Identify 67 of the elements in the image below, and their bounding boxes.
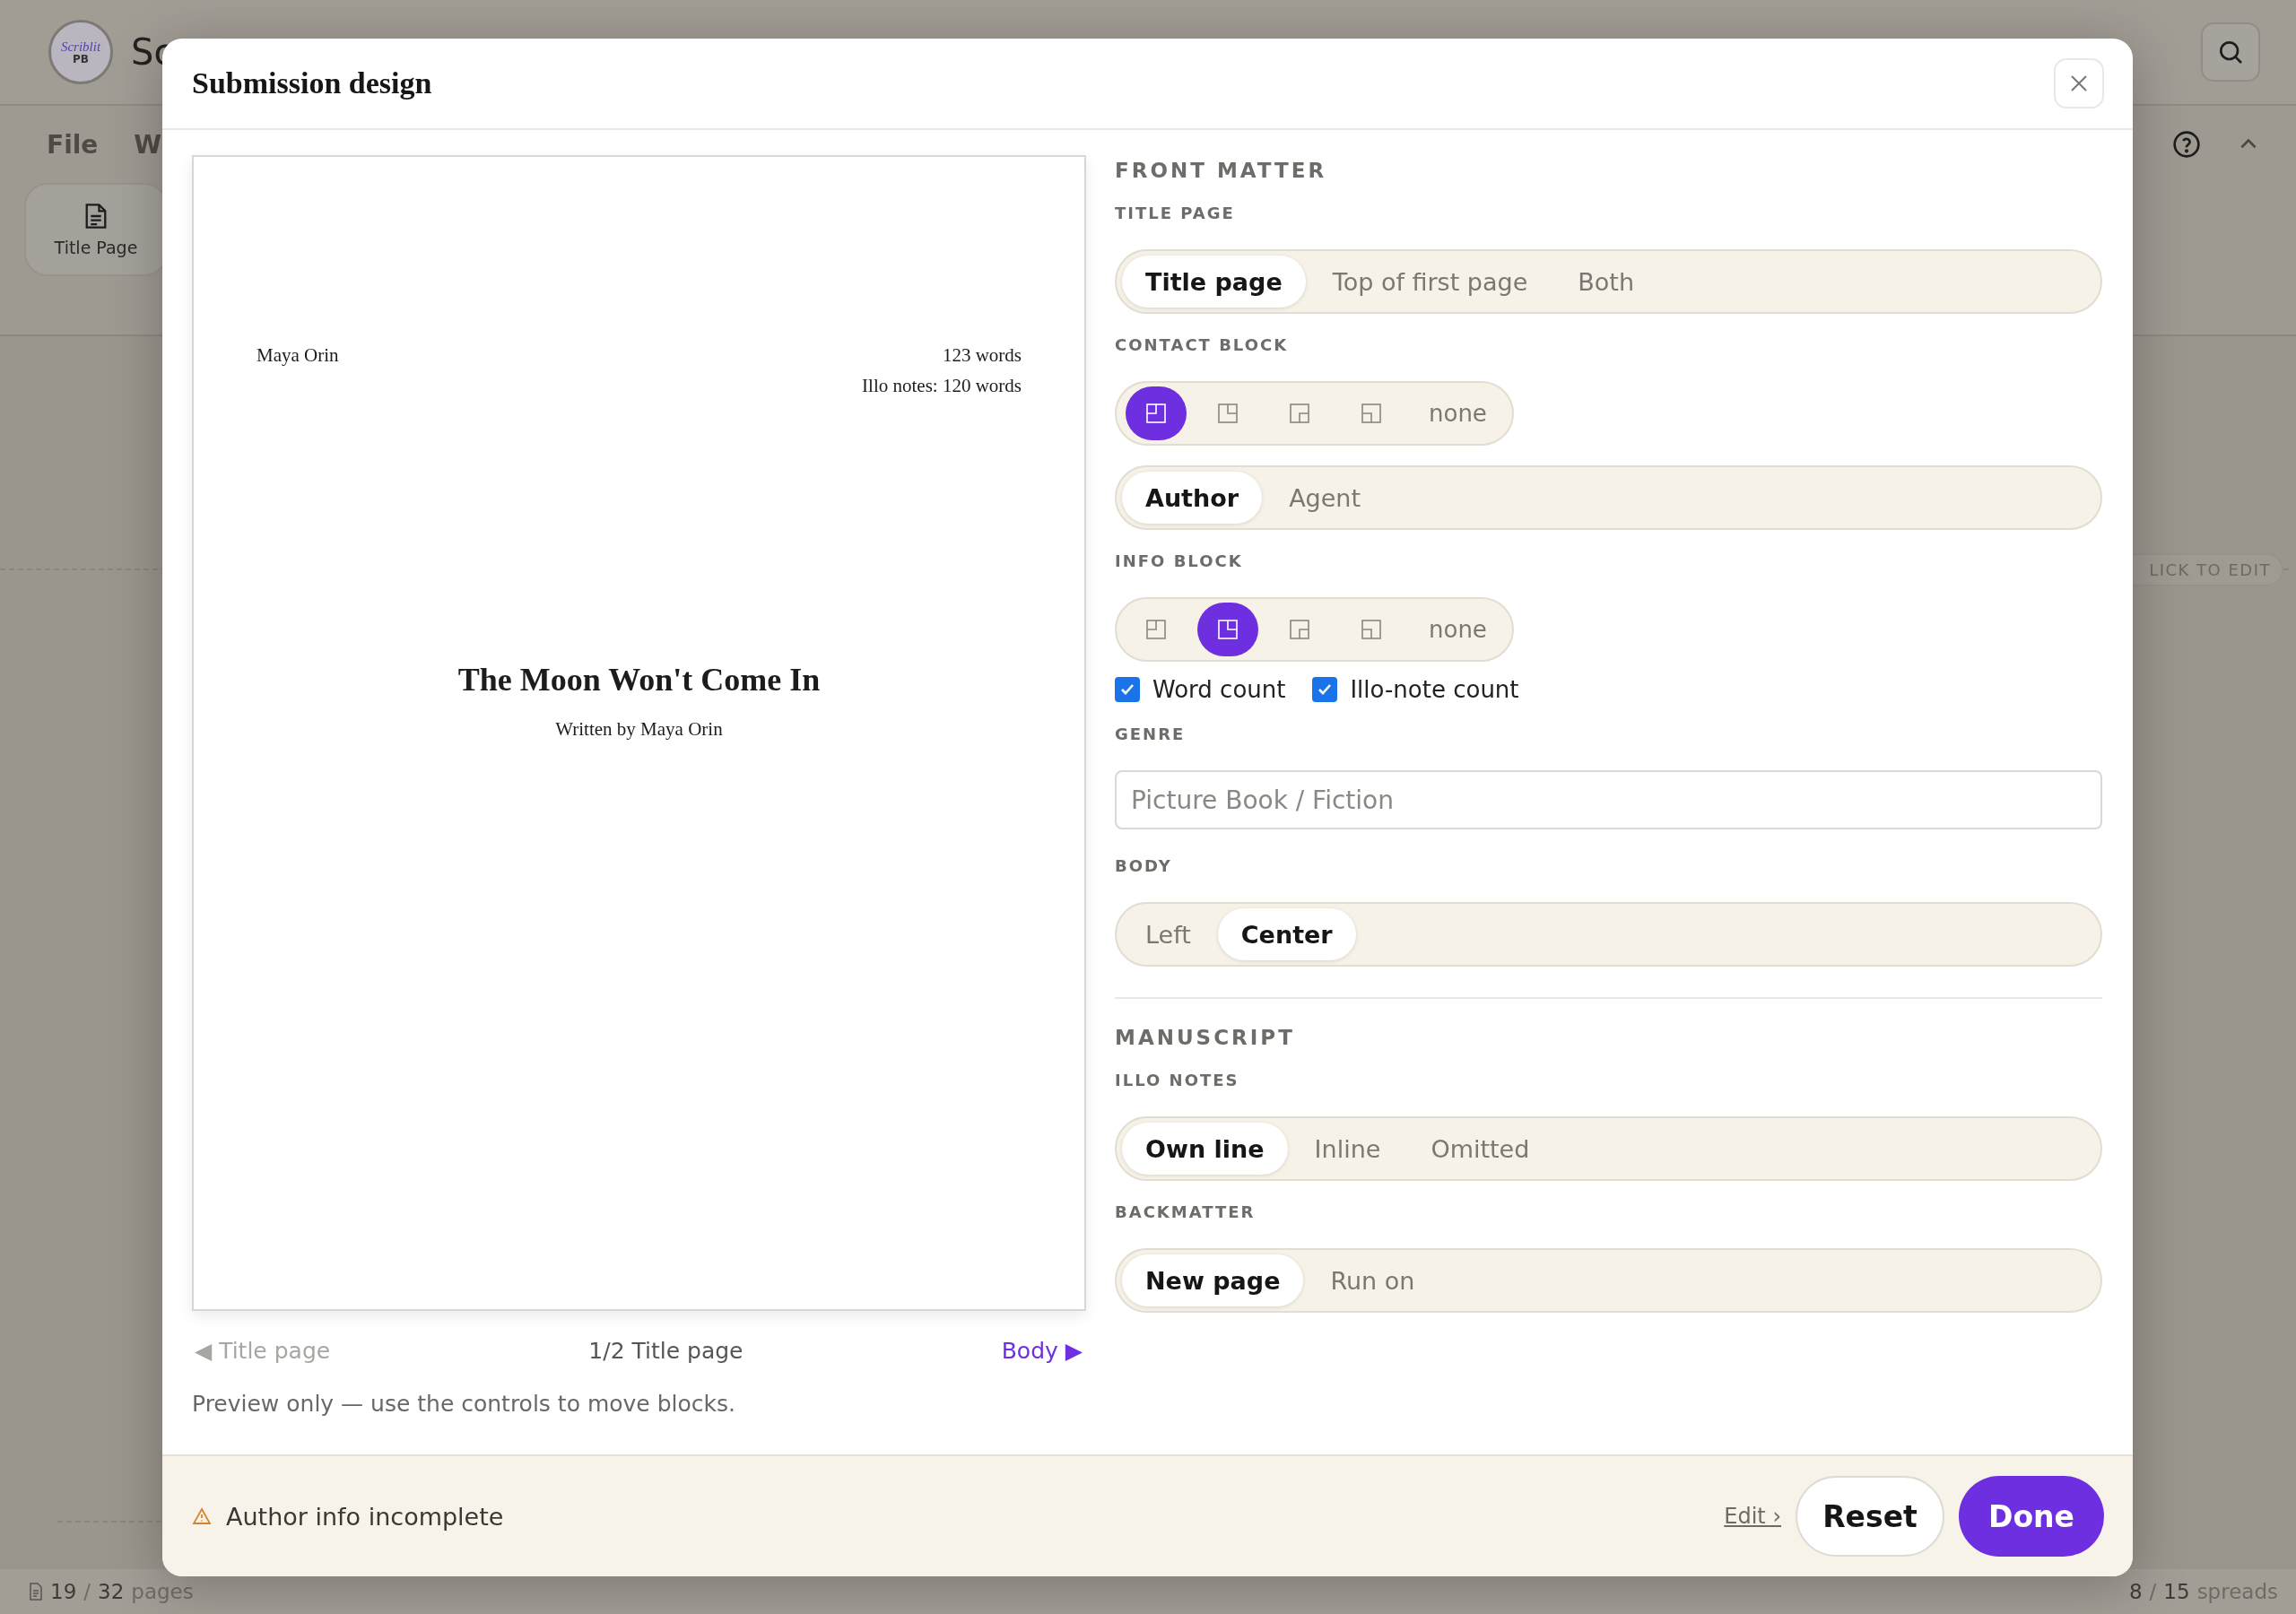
count-separator: / — [2149, 1580, 2157, 1603]
done-button[interactable]: Done — [1959, 1476, 2104, 1557]
segment-option[interactable]: New page — [1122, 1254, 1304, 1306]
count-separator: / — [83, 1580, 91, 1603]
field-label: INFO BLOCK — [1115, 551, 1244, 570]
field-label: GENRE — [1115, 725, 1187, 743]
close-button[interactable] — [2054, 58, 2104, 108]
segment-option[interactable]: Agent — [1265, 472, 1385, 524]
menu-item[interactable]: W — [134, 129, 162, 160]
search-button[interactable] — [2201, 22, 2260, 82]
corner-position-icon — [1145, 403, 1167, 424]
author-name: Maya Orin — [257, 343, 339, 368]
byline: Written by Maya Orin — [554, 718, 724, 741]
segment-option[interactable]: Title page — [1122, 256, 1306, 308]
close-icon — [2069, 74, 2089, 93]
segment-option[interactable]: Omitted — [1407, 1123, 1553, 1175]
checkbox-label: Word count — [1152, 676, 1286, 703]
corner-position-icon — [1217, 619, 1239, 640]
page-icon — [29, 1583, 43, 1601]
corner-position-icon — [1145, 619, 1167, 640]
preview-note: Preview only — use the controls to move blocks. — [192, 1391, 736, 1417]
field-label: CONTACT BLOCK — [1115, 335, 1290, 354]
position-option[interactable]: none — [1409, 387, 1507, 439]
field-label: BACKMATTER — [1115, 1202, 1257, 1221]
section-heading: FRONT MATTER — [1115, 159, 1328, 182]
corner-position-icon — [1289, 403, 1310, 424]
corner-position-icon — [1361, 619, 1382, 640]
menu-item[interactable]: File — [47, 129, 99, 160]
corner-position-icon — [1217, 403, 1239, 424]
field-label: ILLO NOTES — [1115, 1071, 1240, 1089]
genre-field[interactable]: Picture Book / Fiction — [1115, 770, 2102, 829]
field-label: BODY — [1115, 856, 1173, 875]
info-line: Illo notes: 120 words — [862, 374, 1022, 398]
count-current: 19 — [50, 1580, 77, 1603]
edit-link[interactable]: Edit › — [1724, 1504, 1781, 1529]
manuscript-title: The Moon Won't Come In — [457, 661, 822, 699]
position-option[interactable] — [1197, 603, 1258, 656]
warning-message: Author info incomplete — [226, 1502, 504, 1531]
info-line: 123 words — [942, 343, 1022, 368]
count-current: 8 — [2128, 1580, 2143, 1603]
segment-option[interactable]: Center — [1217, 908, 1356, 960]
warning-icon — [192, 1507, 212, 1525]
checkbox-label: Illo-note count — [1350, 676, 1519, 703]
count-total: 15 — [2163, 1580, 2190, 1603]
segment-option[interactable]: Own line — [1122, 1123, 1288, 1175]
segment-option[interactable]: Run on — [1307, 1254, 1439, 1306]
segment-option[interactable]: Both — [1554, 256, 1657, 308]
corner-position-icon — [1361, 403, 1382, 424]
page-position: 1/2 Title page — [588, 1338, 744, 1364]
count-total: 32 — [98, 1580, 125, 1603]
segment-option[interactable]: Inline — [1291, 1123, 1405, 1175]
segment-option[interactable]: Author — [1122, 472, 1263, 524]
next-page-link[interactable]: Body ▶ — [1001, 1338, 1083, 1364]
app-logo: Scriblit PB — [48, 20, 113, 84]
position-option[interactable]: none — [1409, 603, 1507, 655]
segment-option[interactable]: Top of first page — [1309, 256, 1552, 308]
dialog-title: Submission design — [192, 66, 432, 100]
corner-position-icon — [1289, 619, 1310, 640]
section-heading: MANUSCRIPT — [1115, 1026, 1296, 1049]
reset-button[interactable]: Reset — [1796, 1476, 1944, 1557]
help-icon[interactable] — [2172, 130, 2201, 159]
checkbox[interactable] — [1312, 677, 1338, 702]
segment-option[interactable]: Left — [1122, 908, 1214, 960]
field-label: TITLE PAGE — [1115, 204, 1236, 222]
checkbox[interactable] — [1115, 677, 1140, 702]
document-icon — [83, 202, 109, 230]
position-option[interactable] — [1126, 386, 1187, 440]
